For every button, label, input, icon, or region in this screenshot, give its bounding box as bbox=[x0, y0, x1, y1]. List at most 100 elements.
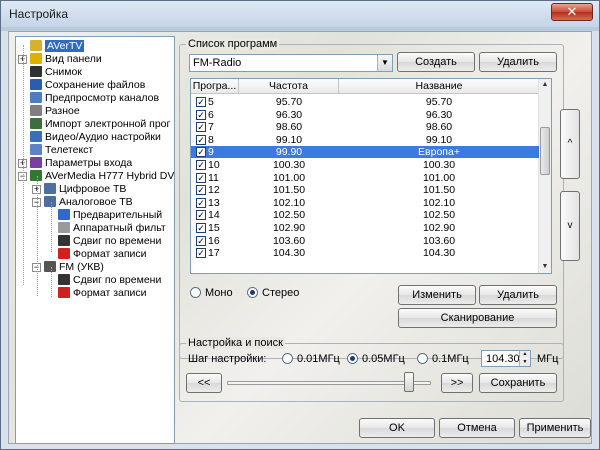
checkbox-checked-icon[interactable]: ✓ bbox=[196, 235, 206, 246]
cancel-button[interactable]: Отмена bbox=[439, 418, 515, 438]
delete-program-button[interactable]: Удалить bbox=[479, 285, 557, 305]
table-row[interactable]: ✓ 6 96.30 96.30 bbox=[191, 109, 539, 121]
program-name: Европа+ bbox=[418, 146, 460, 159]
scan-button[interactable]: Сканирование bbox=[398, 308, 557, 328]
record-icon bbox=[58, 248, 70, 259]
move-up-button[interactable]: ^ bbox=[560, 109, 580, 179]
mono-radio[interactable]: Моно bbox=[190, 287, 233, 300]
settings-tree[interactable]: AVerTV + Вид панели Снимок Сохранение файлов… bbox=[15, 36, 175, 444]
tree-item[interactable]: Формат записи bbox=[58, 248, 147, 261]
delete-list-button[interactable]: Удалить bbox=[479, 52, 557, 72]
tree-item-label: Разное bbox=[45, 105, 80, 117]
tuning-slider-thumb[interactable] bbox=[404, 372, 415, 392]
save-icon bbox=[30, 79, 42, 90]
table-row[interactable]: ✓ 5 95.70 95.70 bbox=[191, 96, 539, 108]
tree-item[interactable]: Разное bbox=[30, 105, 80, 118]
checkbox-checked-icon[interactable]: ✓ bbox=[196, 122, 206, 133]
table-scrollbar[interactable]: ▲ ▼ bbox=[538, 79, 551, 273]
step-radio-1[interactable]: 0.05МГц bbox=[347, 353, 405, 366]
checkbox-checked-icon[interactable]: ✓ bbox=[196, 109, 206, 120]
stereo-radio[interactable]: Стерео bbox=[247, 287, 299, 300]
checkbox-checked-icon[interactable]: ✓ bbox=[196, 223, 206, 233]
table-row[interactable]: ✓ 7 98.60 98.60 bbox=[191, 121, 539, 133]
tree-item[interactable]: Предварительный bbox=[58, 209, 162, 222]
tree-item[interactable]: AVerTV bbox=[30, 40, 85, 53]
table-row[interactable]: ✓ 15 102.90 102.90 bbox=[191, 222, 539, 234]
tree-item[interactable]: Снимок bbox=[30, 66, 82, 79]
column-name[interactable]: Название bbox=[339, 79, 539, 94]
column-program[interactable]: Програ... bbox=[191, 79, 239, 94]
spin-up-icon[interactable]: ▲ bbox=[519, 351, 530, 358]
table-row[interactable]: ✓ 9 99.90 Европа+ bbox=[191, 146, 539, 159]
tree-item-label: Телетекст bbox=[45, 144, 94, 156]
tree-item[interactable]: Сдвиг по времени bbox=[58, 274, 161, 287]
mono-label: Моно bbox=[205, 287, 233, 299]
checkbox-checked-icon[interactable]: ✓ bbox=[196, 160, 206, 170]
checkbox-checked-icon[interactable]: ✓ bbox=[196, 210, 206, 221]
column-frequency[interactable]: Частота bbox=[239, 79, 339, 94]
table-row[interactable]: ✓ 13 102.10 102.10 bbox=[191, 197, 539, 209]
tree-item[interactable]: FM (УКВ) bbox=[44, 261, 104, 274]
checkbox-checked-icon[interactable]: ✓ bbox=[196, 172, 206, 183]
program-number: 13 bbox=[208, 196, 220, 209]
save-button[interactable]: Сохранить bbox=[479, 373, 557, 393]
timeshift-icon bbox=[58, 235, 70, 246]
step-radio-2[interactable]: 0.1МГц bbox=[417, 353, 469, 366]
tree-item[interactable]: Цифровое ТВ bbox=[44, 183, 126, 196]
tree-item[interactable]: Импорт электронной прог bbox=[30, 118, 170, 131]
apply-button[interactable]: Применить bbox=[519, 418, 591, 438]
tree-item[interactable]: Сдвиг по времени bbox=[58, 235, 161, 248]
program-name: 102.10 bbox=[422, 196, 456, 209]
program-number: 5 bbox=[208, 96, 214, 108]
tree-item[interactable]: Параметры входа bbox=[30, 157, 132, 170]
radio-icon bbox=[347, 353, 358, 364]
frequency-spinner[interactable]: 104.30 ▲ ▼ bbox=[481, 350, 531, 367]
seek-back-button[interactable]: << bbox=[186, 373, 222, 393]
checklist-icon bbox=[58, 209, 70, 220]
program-number: 16 bbox=[208, 234, 220, 247]
frequency-value[interactable]: 104.30 bbox=[486, 353, 520, 365]
tree-item[interactable]: Сохранение файлов bbox=[30, 79, 145, 92]
edit-button[interactable]: Изменить bbox=[398, 285, 476, 305]
table-row[interactable]: ✓ 11 101.00 101.00 bbox=[191, 172, 539, 184]
program-frequency: 104.30 bbox=[272, 247, 306, 260]
checkbox-checked-icon[interactable]: ✓ bbox=[196, 97, 206, 107]
tree-item[interactable]: Аппаратный фильт bbox=[58, 222, 166, 235]
tree-item[interactable]: Видео/Аудио настройки bbox=[30, 131, 161, 144]
checkbox-checked-icon[interactable]: ✓ bbox=[196, 185, 206, 196]
table-row[interactable]: ✓ 10 100.30 100.30 bbox=[191, 159, 539, 171]
eye-icon bbox=[30, 92, 42, 103]
table-row[interactable]: ✓ 8 99.10 99.10 bbox=[191, 134, 539, 146]
program-number: 8 bbox=[208, 133, 214, 146]
checkbox-checked-icon[interactable]: ✓ bbox=[196, 248, 206, 259]
tree-item[interactable]: Формат записи bbox=[58, 287, 147, 300]
create-button[interactable]: Создать bbox=[397, 52, 475, 72]
checkbox-checked-icon[interactable]: ✓ bbox=[196, 197, 206, 208]
program-list-combo[interactable]: FM-Radio ▼ bbox=[189, 54, 393, 72]
program-number: 15 bbox=[208, 222, 220, 234]
tree-item[interactable]: Аналоговое ТВ bbox=[44, 196, 133, 209]
ok-button[interactable]: OK bbox=[359, 418, 435, 438]
tree-item[interactable]: Вид панели bbox=[30, 53, 102, 66]
table-row[interactable]: ✓ 14 102.50 102.50 bbox=[191, 209, 539, 221]
tuning-slider-track[interactable] bbox=[227, 381, 431, 385]
tree-item[interactable]: Предпросмотр каналов bbox=[30, 92, 159, 105]
tree-item[interactable]: AVerMedia H777 Hybrid DVI bbox=[30, 170, 174, 183]
programs-table[interactable]: Програ... Частота Название ▲ ▼ ✓ 5 95.70 95… bbox=[190, 78, 552, 274]
move-down-button[interactable]: v bbox=[560, 191, 580, 261]
spin-down-icon[interactable]: ▼ bbox=[519, 359, 530, 366]
scroll-down-icon[interactable]: ▼ bbox=[539, 261, 551, 273]
tree-item[interactable]: Телетекст bbox=[30, 144, 93, 157]
table-row[interactable]: ✓ 17 104.30 104.30 bbox=[191, 247, 539, 259]
tree-guide-line bbox=[51, 267, 52, 297]
seek-forward-button[interactable]: >> bbox=[441, 373, 473, 393]
checkbox-checked-icon[interactable]: ✓ bbox=[196, 147, 206, 158]
table-row[interactable]: ✓ 16 103.60 103.60 bbox=[191, 235, 539, 247]
chevron-down-icon[interactable]: ▼ bbox=[377, 55, 392, 71]
table-row[interactable]: ✓ 12 101.50 101.50 bbox=[191, 184, 539, 196]
scroll-thumb[interactable] bbox=[540, 127, 550, 175]
close-button[interactable]: ✕ bbox=[551, 3, 593, 21]
step-radio-0[interactable]: 0.01МГц bbox=[282, 353, 340, 366]
checkbox-checked-icon[interactable]: ✓ bbox=[196, 134, 206, 145]
scroll-up-icon[interactable]: ▲ bbox=[539, 79, 551, 91]
